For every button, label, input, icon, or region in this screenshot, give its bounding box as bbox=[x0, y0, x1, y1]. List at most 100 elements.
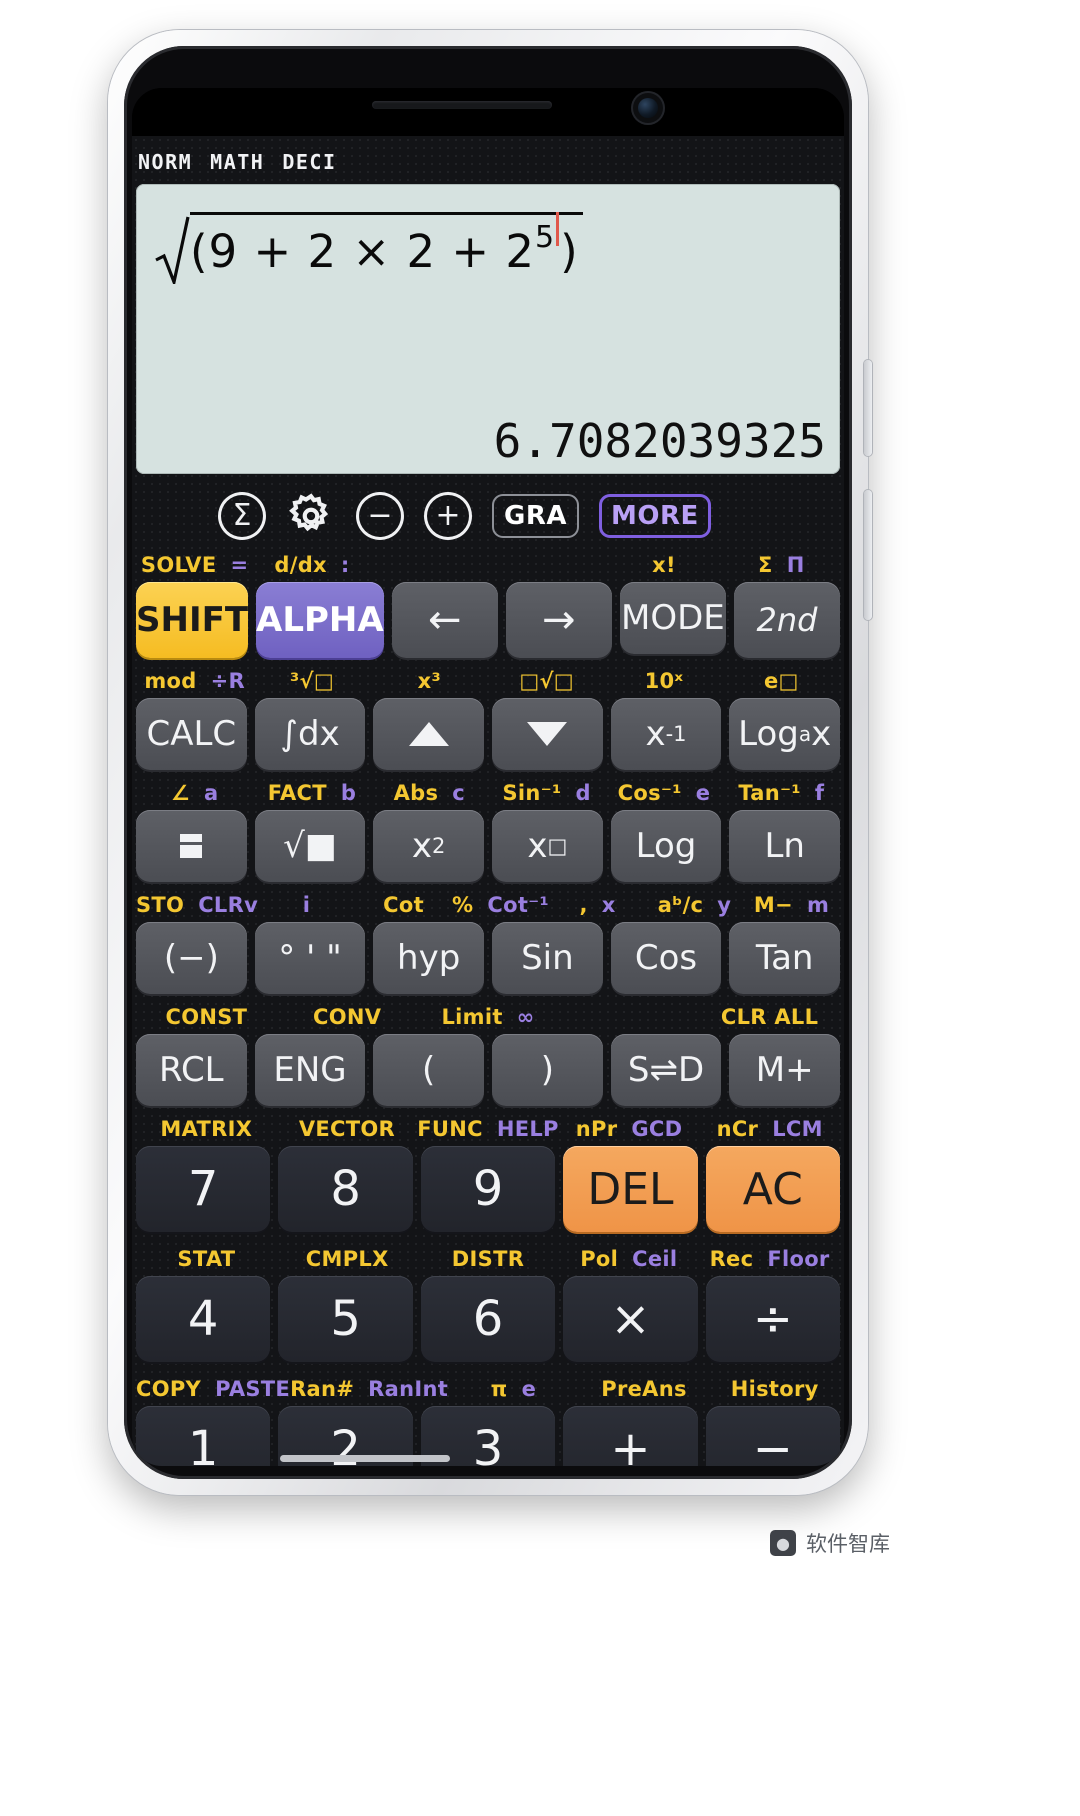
open-paren-key[interactable]: ( bbox=[373, 1034, 485, 1106]
alpha-key[interactable]: ALPHA bbox=[256, 582, 384, 658]
mode-key[interactable]: MODE bbox=[619, 582, 726, 654]
square-root-key[interactable]: √■ bbox=[254, 810, 366, 882]
digit-5-key[interactable]: 5 bbox=[278, 1276, 413, 1362]
up-arrow-key[interactable] bbox=[373, 698, 485, 770]
left-arrow-key[interactable]: ← bbox=[391, 582, 498, 658]
reciprocal-key[interactable]: x -1 bbox=[610, 698, 722, 770]
eng-key[interactable]: ENG bbox=[254, 1034, 366, 1106]
key-secondary-labels: FUNC HELP bbox=[417, 1117, 559, 1141]
key-label: x bbox=[527, 826, 548, 866]
gear-icon[interactable] bbox=[286, 491, 336, 541]
delete-key[interactable]: DEL bbox=[563, 1146, 698, 1232]
shift-function-label: , bbox=[579, 893, 588, 917]
digit-1-key[interactable]: 1 bbox=[136, 1406, 271, 1466]
key-label: → bbox=[542, 597, 576, 643]
tan-key[interactable]: Tan bbox=[729, 922, 841, 994]
shift-function-label: nCr bbox=[716, 1117, 759, 1141]
digit-9-key[interactable]: 9 bbox=[420, 1146, 556, 1232]
key-secondary-labels: e□ bbox=[723, 669, 840, 693]
key-secondary-labels: CLR ALL bbox=[699, 1005, 840, 1029]
shift-function-label: CONST bbox=[165, 1005, 248, 1029]
key-label-row: COPY PASTE Ran# RanInt π e PreAns History bbox=[136, 1372, 840, 1406]
multiply-key[interactable]: × bbox=[563, 1276, 698, 1362]
key-secondary-labels: % Cot⁻¹ bbox=[452, 893, 549, 917]
digit-4-key[interactable]: 4 bbox=[136, 1276, 271, 1362]
key-label: 1 bbox=[187, 1421, 219, 1466]
integral-key[interactable]: ∫dx bbox=[254, 698, 366, 770]
std-to-dec-key[interactable]: S⇌D bbox=[610, 1034, 722, 1106]
key-secondary-labels: d/dx: bbox=[253, 553, 370, 577]
more-button[interactable]: MORE bbox=[599, 494, 711, 538]
shift-function-label: COPY bbox=[136, 1377, 202, 1401]
divide-key[interactable]: ÷ bbox=[705, 1276, 841, 1362]
alpha-function-label: CLRv bbox=[198, 893, 259, 917]
key-row: SHIFT ALPHA ← → MODE 2nd bbox=[136, 582, 840, 658]
key-label: ← bbox=[427, 597, 462, 643]
power-button[interactable] bbox=[864, 490, 872, 620]
key-label: S⇌D bbox=[627, 1050, 705, 1090]
key-label: ENG bbox=[273, 1050, 347, 1090]
shift-function-label: Cot bbox=[383, 893, 424, 917]
key-secondary-labels: STO CLRv bbox=[136, 893, 258, 917]
sigma-circle-icon[interactable]: Σ bbox=[218, 492, 266, 540]
alpha-function-label: e bbox=[521, 1377, 537, 1401]
key-label: 3 bbox=[472, 1421, 504, 1466]
key-label: × bbox=[610, 1291, 651, 1347]
square-root-expression: (9 + 2 × 2 + 2 5) bbox=[154, 206, 583, 284]
second-key[interactable]: 2nd bbox=[733, 582, 840, 658]
shift-function-label: DISTR bbox=[451, 1247, 525, 1271]
watermark-text: 软件智库 bbox=[806, 1532, 890, 1556]
ln-key[interactable]: Ln bbox=[729, 810, 841, 882]
key-secondary-labels: DISTR bbox=[418, 1247, 559, 1271]
negative-key[interactable]: (−) bbox=[136, 922, 247, 994]
digit-8-key[interactable]: 8 bbox=[278, 1146, 413, 1232]
memory-plus-key[interactable]: M+ bbox=[729, 1034, 841, 1106]
cos-key[interactable]: Cos bbox=[610, 922, 722, 994]
key-label: (−) bbox=[163, 938, 219, 978]
digit-6-key[interactable]: 6 bbox=[420, 1276, 556, 1362]
angle-mode-button[interactable]: GRA bbox=[492, 494, 579, 538]
key-label: Ln bbox=[764, 826, 805, 866]
up-triangle-icon bbox=[408, 722, 449, 746]
log-base-key[interactable]: Log a x bbox=[729, 698, 841, 770]
log-key[interactable]: Log bbox=[610, 810, 722, 882]
alpha-function-label: e bbox=[695, 781, 711, 805]
alpha-function-label: a bbox=[203, 781, 219, 805]
shift-function-label: STAT bbox=[177, 1247, 236, 1271]
key-label: ) bbox=[540, 1050, 554, 1090]
key-row: 4 5 6 × ÷ bbox=[136, 1276, 841, 1362]
shift-function-label: FACT bbox=[267, 781, 327, 805]
sin-key[interactable]: Sin bbox=[492, 922, 603, 994]
key-label-row: CONST CONV Limit ∞ CLR ALL bbox=[136, 1000, 840, 1034]
shift-function-label: % bbox=[452, 893, 474, 917]
minus-circle-icon[interactable]: − bbox=[356, 492, 404, 540]
key-label: ∫dx bbox=[280, 714, 340, 754]
right-arrow-key[interactable]: → bbox=[505, 582, 612, 658]
shift-key[interactable]: SHIFT bbox=[136, 582, 249, 658]
plus-circle-icon[interactable]: + bbox=[424, 492, 472, 540]
alpha-function-label: ∞ bbox=[516, 1005, 535, 1029]
alpha-function-label: Π bbox=[786, 553, 805, 577]
key-label-row: STAT CMPLX DISTR Pol Ceil Rec Floor bbox=[136, 1242, 840, 1276]
down-arrow-key[interactable] bbox=[492, 698, 603, 770]
shift-function-label: STO bbox=[136, 893, 185, 917]
hamburger-icon[interactable] bbox=[142, 496, 198, 536]
square-key[interactable]: x2 bbox=[373, 810, 485, 882]
lcd-display[interactable]: (9 + 2 × 2 + 2 5) 6.7082039325 bbox=[136, 184, 840, 474]
close-paren-key[interactable]: ) bbox=[492, 1034, 603, 1106]
fraction-key[interactable] bbox=[136, 810, 247, 882]
hyp-key[interactable]: hyp bbox=[373, 922, 485, 994]
status-norm: NORM bbox=[138, 150, 193, 174]
expression-body: (9 + 2 × 2 + 2 bbox=[190, 225, 536, 278]
volume-button[interactable] bbox=[864, 360, 872, 456]
power-key[interactable]: x □ bbox=[492, 810, 603, 882]
watermark: ● 软件智库 bbox=[770, 1528, 890, 1558]
all-clear-key[interactable]: AC bbox=[705, 1146, 841, 1232]
calc-key[interactable]: CALC bbox=[136, 698, 247, 770]
minus-key[interactable]: − bbox=[705, 1406, 841, 1466]
recall-key[interactable]: RCL bbox=[136, 1034, 247, 1106]
key-secondary-labels: ∠ a bbox=[136, 781, 253, 805]
plus-key[interactable]: + bbox=[563, 1406, 698, 1466]
degrees-key[interactable]: ° ' " bbox=[254, 922, 366, 994]
digit-7-key[interactable]: 7 bbox=[136, 1146, 271, 1232]
